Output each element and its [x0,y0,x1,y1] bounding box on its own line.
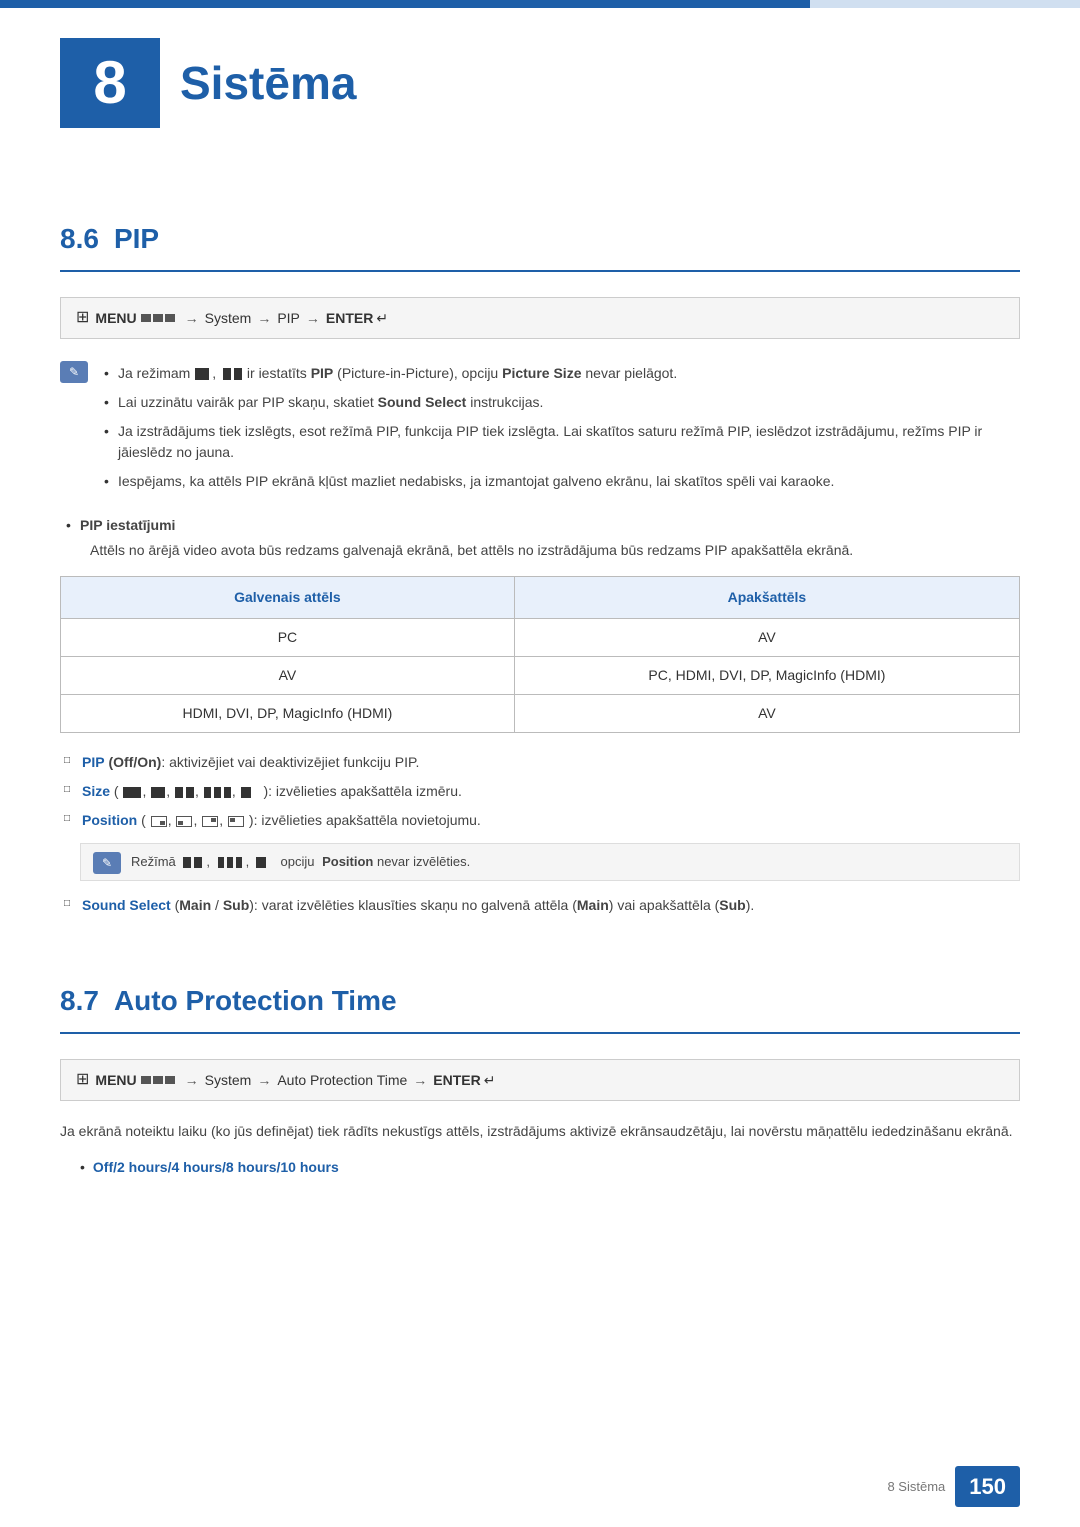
chapter-title: Sistēma [180,49,356,118]
pip-table-row-2: AV PC, HDMI, DVI, DP, MagicInfo (HDMI) [61,657,1020,695]
page-footer: 8 Sistēma 150 [887,1466,1020,1507]
apt-menu-symbol-icon: ⊞ [76,1068,89,1092]
nav-enter: ENTER [326,308,373,329]
pip-table-col2-header: Apakšattēls [514,577,1019,619]
pip-table-row1-col1: PC [61,619,515,657]
apt-nav-arrow-2: → [257,1070,271,1091]
apt-nav-arrow-3: → [413,1070,427,1091]
pip-table-row2-col1: AV [61,657,515,695]
pip-settings-label: PIP iestatījumi [80,517,175,533]
pip-note-item-2: Lai uzzinātu vairāk par PIP skaņu, skati… [98,388,1020,417]
pip-option-size-name: Size [82,783,110,799]
pip-note-1: Ja režimam , ir iestatīts PIP (Picture-i… [60,359,1020,496]
pip-option-position-desc: ( , , , ): izvēlieties apakšattēla novie… [141,812,481,828]
menu-label: MENU [95,308,136,329]
pip-option-pip: PIP (Off/On): aktivizējiet vai deaktiviz… [60,748,1020,777]
section-87-header: 8.7 Auto Protection Time [60,980,1020,1034]
chapter-header: 8 Sistēma [60,8,1020,168]
pip-option-position: Position ( , , , ): izvēlieties apakšatt… [60,806,1020,835]
pip-notes-list: Ja režimam , ir iestatīts PIP (Picture-i… [98,359,1020,496]
apt-enter-icon: ↵ [484,1070,496,1091]
apt-options: Off/2 hours/4 hours/8 hours/10 hours [60,1157,1020,1178]
pip-table: Galvenais attēls Apakšattēls PC AV AV PC… [60,576,1020,733]
apt-description: Ja ekrānā noteiktu laiku (ko jūs definēj… [60,1121,1020,1142]
nav-arrow-2: → [257,308,271,329]
apt-menu-nav: ⊞ MENU → System → Auto Protection Time →… [60,1059,1020,1101]
chapter-number: 8 [60,38,160,128]
position-note: Režīmā , , opciju Position nevar izvēlēt… [80,843,1020,881]
menu-icon-squares [141,314,175,322]
pip-table-col1-header: Galvenais attēls [61,577,515,619]
apt-nav-enter: ENTER [433,1070,480,1091]
apt-nav-title: Auto Protection Time [277,1070,407,1091]
pip-table-row-1: PC AV [61,619,1020,657]
pip-option-pip-name: PIP [82,754,105,770]
pip-settings-list: PIP iestatījumi [60,511,1020,540]
top-decorative-strips [0,0,1080,8]
sound-select-desc: (Main / Sub): varat izvēlēties klausītie… [175,897,755,913]
pip-option-position-name: Position [82,812,137,828]
pip-note-item-3: Ja izstrādājums tiek izslēgts, esot režī… [98,417,1020,467]
pip-option-size-desc: ( , , , , ): izvēlieties apakšattēla izm… [114,783,462,799]
enter-icon: ↵ [376,308,388,329]
apt-nav-arrow-1: → [185,1070,199,1091]
apt-menu-icon-squares [141,1076,175,1084]
pip-option-size: Size ( , , , , ): izvēlieties apakšattēl… [60,777,1020,806]
pip-table-row-3: HDMI, DVI, DP, MagicInfo (HDMI) AV [61,695,1020,733]
pip-option-pip-desc: (Off/On): aktivizējiet vai deaktivizējie… [108,754,419,770]
apt-menu-label: MENU [95,1070,136,1091]
pip-table-row3-col1: HDMI, DVI, DP, MagicInfo (HDMI) [61,695,515,733]
pip-notes-block: Ja režimam , ir iestatīts PIP (Picture-i… [60,359,1020,496]
pip-options-list: PIP (Off/On): aktivizējiet vai deaktiviz… [60,748,1020,835]
nav-arrow-3: → [306,308,320,329]
section-86-number: 8.6 [60,218,99,260]
apt-nav-system: System [205,1070,252,1091]
position-note-icon [93,852,121,874]
section-86-header: 8.6 PIP [60,218,1020,272]
note-icon-1 [60,361,88,383]
pip-note-item-4: Iespējams, ka attēls PIP ekrānā kļūst ma… [98,467,1020,496]
footer-page-number: 150 [955,1466,1020,1507]
sound-select-list: Sound Select (Main / Sub): varat izvēlēt… [60,891,1020,920]
sound-select-name: Sound Select [82,897,171,913]
pip-table-row2-col2: PC, HDMI, DVI, DP, MagicInfo (HDMI) [514,657,1019,695]
position-note-text: Režīmā , , opciju Position nevar izvēlēt… [131,852,470,872]
section-86-title: PIP [114,218,159,260]
nav-system: System [205,308,252,329]
nav-arrow-1: → [185,308,199,329]
menu-symbol-icon: ⊞ [76,306,89,330]
pip-option-sound-select: Sound Select (Main / Sub): varat izvēlēt… [60,891,1020,920]
nav-pip: PIP [277,308,300,329]
pip-table-row3-col2: AV [514,695,1019,733]
pip-table-row1-col2: AV [514,619,1019,657]
footer-section-label: 8 Sistēma [887,1477,945,1497]
pip-note-item-1: Ja režimam , ir iestatīts PIP (Picture-i… [98,359,1020,388]
pip-settings-item: PIP iestatījumi [60,511,1020,540]
pip-settings-desc: Attēls no ārējā video avota būs redzams … [90,540,1020,561]
pip-menu-nav: ⊞ MENU → System → PIP → ENTER ↵ [60,297,1020,339]
section-87-title: Auto Protection Time [114,980,397,1022]
section-87-number: 8.7 [60,980,99,1022]
